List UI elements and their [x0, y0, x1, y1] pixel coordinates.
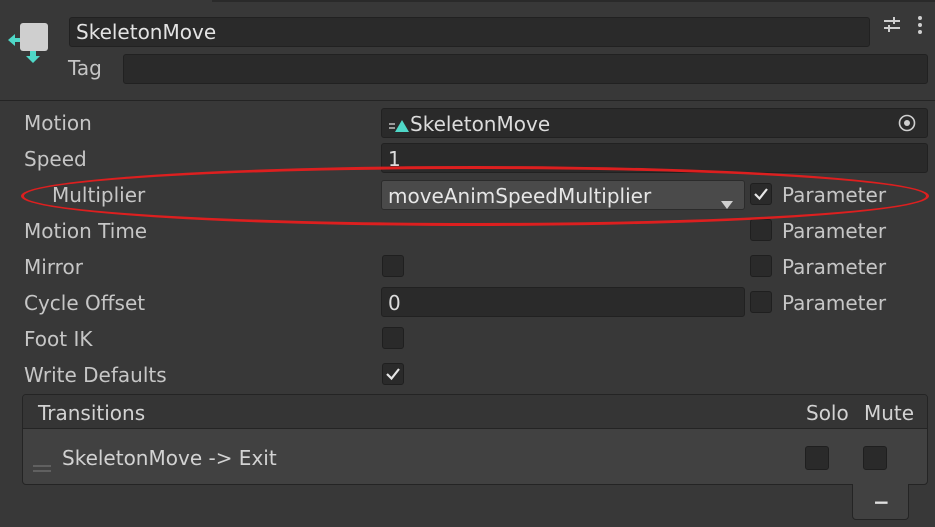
animation-clip-icon [388, 115, 410, 139]
motion-object-field[interactable]: SkeletonMove [381, 108, 928, 138]
transitions-header [23, 395, 927, 429]
motion-value: SkeletonMove [410, 112, 551, 136]
transition-label: SkeletonMove -> Exit [62, 446, 277, 470]
kebab-menu-icon[interactable] [915, 14, 925, 41]
transition-row[interactable]: SkeletonMove -> Exit [23, 430, 927, 484]
tag-field[interactable] [123, 54, 928, 84]
motion-time-parameter-label: Parameter [782, 219, 887, 243]
minus-icon: − [873, 490, 890, 514]
foot-ik-label: Foot IK [24, 327, 93, 351]
motion-label: Motion [24, 111, 92, 135]
speed-label: Speed [24, 147, 87, 171]
highlight-ellipse [21, 166, 929, 226]
sliders-icon[interactable] [881, 14, 903, 41]
write-defaults-checkbox[interactable] [382, 363, 404, 385]
cycle-offset-field[interactable]: 0 [381, 287, 745, 317]
motion-time-parameter-checkbox[interactable] [750, 219, 772, 241]
motion-time-label: Motion Time [24, 219, 148, 243]
transitions-title: Transitions [38, 401, 146, 425]
animator-state-icon [6, 20, 52, 66]
solo-column-label: Solo [806, 401, 849, 425]
header-separator [0, 100, 935, 101]
write-defaults-label: Write Defaults [24, 363, 167, 387]
checkmark-icon [386, 368, 400, 381]
cycle-offset-parameter-checkbox[interactable] [750, 291, 772, 313]
mirror-parameter-label: Parameter [782, 255, 887, 279]
mirror-parameter-checkbox[interactable] [750, 255, 772, 277]
object-picker-icon[interactable] [897, 113, 917, 138]
cycle-offset-parameter-label: Parameter [782, 291, 887, 315]
tag-label: Tag [68, 56, 102, 80]
mirror-label: Mirror [24, 255, 83, 279]
transition-mute-checkbox[interactable] [863, 446, 887, 470]
mute-column-label: Mute [864, 401, 915, 425]
cycle-offset-label: Cycle Offset [24, 291, 146, 315]
state-name-field[interactable]: SkeletonMove [69, 17, 870, 47]
drag-handle-icon[interactable] [33, 454, 51, 478]
transition-solo-checkbox[interactable] [805, 446, 829, 470]
foot-ik-checkbox[interactable] [382, 327, 404, 349]
remove-transition-button[interactable]: − [852, 484, 909, 520]
mirror-checkbox[interactable] [382, 255, 404, 277]
top-edge-line [212, 0, 935, 2]
